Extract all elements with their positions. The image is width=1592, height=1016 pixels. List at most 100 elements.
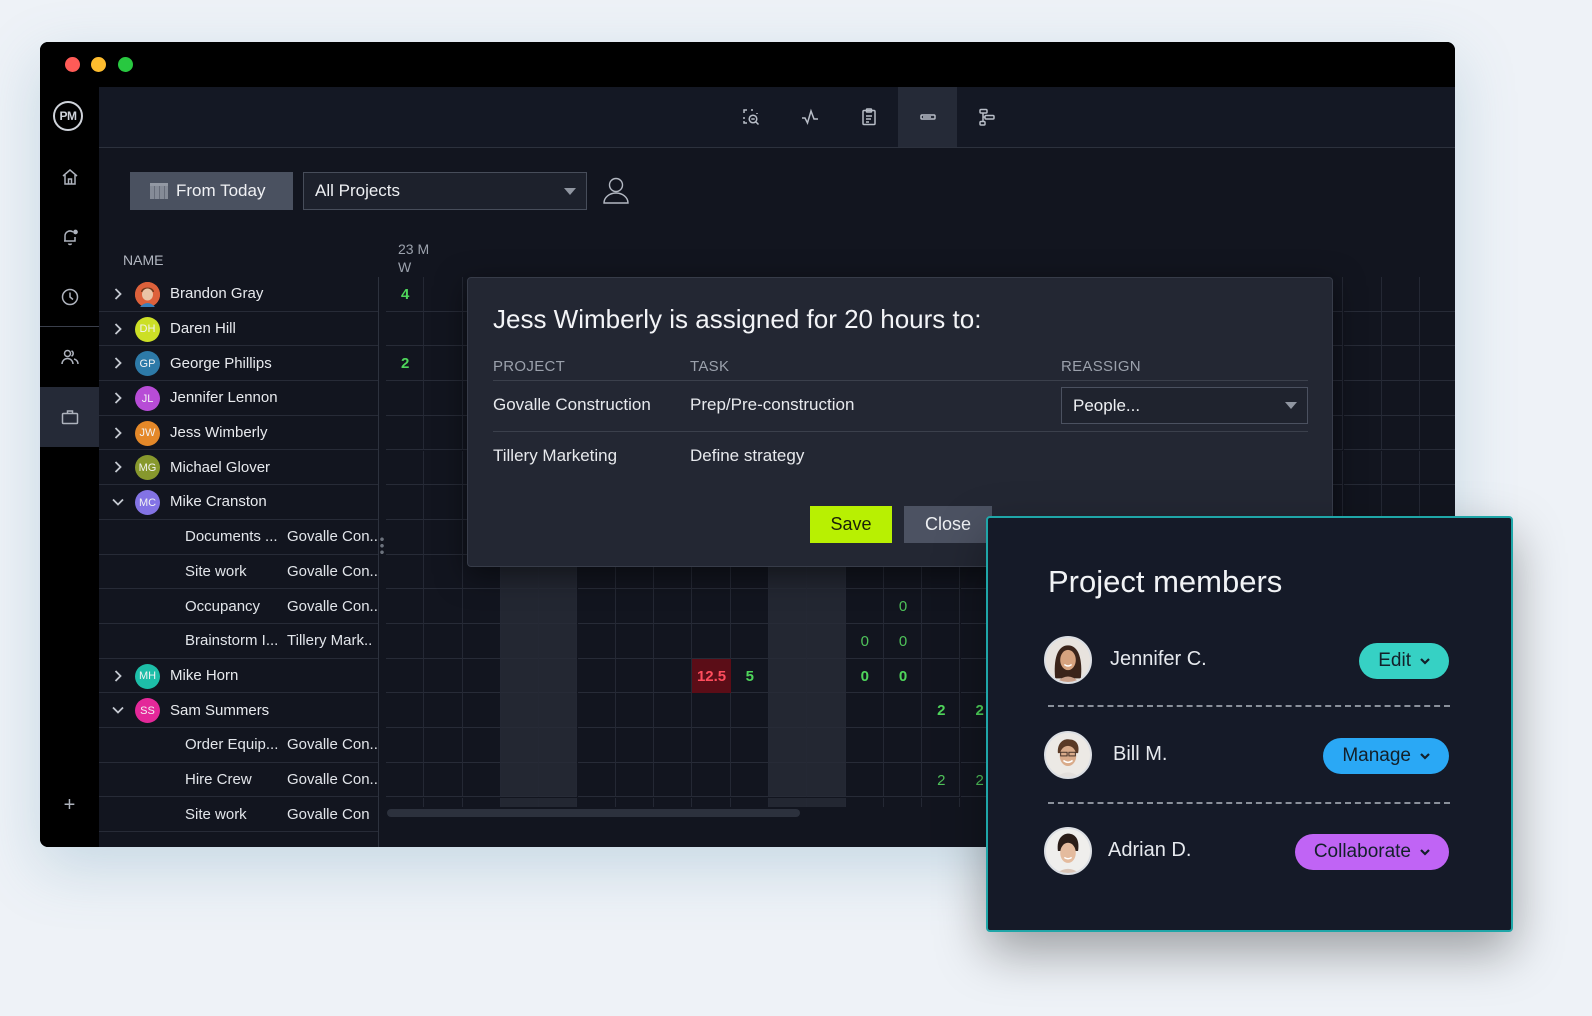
grid-cell[interactable]	[769, 693, 808, 729]
chevron-right-icon[interactable]	[111, 356, 125, 370]
grid-cell[interactable]	[769, 624, 808, 659]
close-button[interactable]: Close	[904, 506, 992, 543]
grid-cell[interactable]	[807, 762, 846, 798]
grid-cell[interactable]	[578, 797, 616, 807]
app-logo[interactable]: PM	[53, 101, 83, 131]
grid-cell[interactable]	[615, 693, 655, 729]
task-row[interactable]: Site work Govalle Con	[99, 797, 379, 832]
grid-cell[interactable]	[386, 589, 425, 624]
sidebar-item-people[interactable]	[40, 327, 99, 387]
dashboard-view-button[interactable]	[780, 87, 839, 147]
grid-cell[interactable]	[884, 797, 923, 807]
grid-cell[interactable]	[1420, 485, 1455, 520]
grid-cell[interactable]	[500, 728, 540, 763]
chevron-right-icon[interactable]	[111, 426, 125, 440]
from-today-button[interactable]: From Today	[130, 172, 293, 210]
grid-cell[interactable]	[1420, 312, 1455, 347]
allocated-hours[interactable]: 0	[884, 624, 922, 659]
projects-select[interactable]: All Projects	[303, 172, 587, 210]
minimize-window-button[interactable]	[91, 57, 106, 72]
save-button[interactable]: Save	[810, 506, 892, 543]
grid-cell[interactable]	[424, 519, 463, 555]
grid-cell[interactable]	[845, 589, 884, 624]
grid-cell[interactable]	[1343, 311, 1382, 347]
grid-cell[interactable]	[539, 693, 578, 729]
grid-cell[interactable]	[692, 589, 731, 624]
grid-cell[interactable]	[386, 554, 425, 590]
grid-cell[interactable]	[615, 658, 655, 694]
grid-cell[interactable]	[462, 762, 501, 798]
grid-cell[interactable]	[807, 797, 846, 807]
grid-cell[interactable]	[386, 658, 425, 694]
grid-cell[interactable]	[386, 797, 425, 807]
grid-cell[interactable]	[922, 589, 961, 624]
grid-cell[interactable]	[1381, 381, 1421, 416]
grid-cell[interactable]	[730, 589, 769, 624]
sidebar-item-notifications[interactable]	[40, 207, 99, 267]
add-button[interactable]: +	[40, 775, 99, 835]
allocated-hours[interactable]: 4	[386, 277, 424, 312]
grid-cell[interactable]	[807, 693, 846, 729]
grid-cell[interactable]	[424, 381, 463, 416]
grid-cell[interactable]	[500, 797, 540, 807]
person-row[interactable]: JL Jennifer Lennon	[99, 381, 379, 416]
grid-cell[interactable]	[654, 589, 693, 624]
task-row[interactable]: Brainstorm I... Tillery Mark..	[99, 624, 379, 659]
allocated-hours[interactable]: 5	[731, 659, 769, 694]
help-button[interactable]	[40, 835, 99, 847]
list-view-button[interactable]	[839, 87, 898, 147]
grid-cell[interactable]	[577, 762, 616, 798]
grid-cell[interactable]	[539, 762, 578, 798]
grid-cell[interactable]	[577, 624, 616, 659]
grid-cell[interactable]	[1381, 346, 1421, 382]
grid-cell[interactable]	[883, 762, 923, 798]
grid-cell[interactable]	[1420, 416, 1455, 451]
grid-cell[interactable]	[1381, 277, 1421, 312]
grid-cell[interactable]	[692, 624, 731, 659]
task-row[interactable]: Order Equip... Govalle Con..	[99, 728, 379, 763]
grid-cell[interactable]	[539, 589, 578, 624]
grid-cell[interactable]	[424, 658, 463, 694]
grid-cell[interactable]	[386, 311, 425, 347]
gantt-view-button[interactable]	[957, 87, 1016, 147]
grid-cell[interactable]	[616, 797, 655, 807]
allocated-hours[interactable]: 0	[884, 589, 922, 624]
grid-cell[interactable]	[462, 658, 501, 694]
chevron-down-icon[interactable]	[111, 703, 125, 717]
grid-cell[interactable]	[1381, 415, 1421, 451]
grid-cell[interactable]	[615, 762, 655, 798]
grid-cell[interactable]	[539, 728, 578, 763]
grid-cell[interactable]	[386, 693, 425, 729]
person-row[interactable]: JW Jess Wimberly	[99, 416, 379, 451]
grid-cell[interactable]	[577, 728, 616, 763]
grid-cell[interactable]	[1343, 277, 1382, 312]
grid-cell[interactable]	[500, 624, 540, 659]
grid-cell[interactable]	[462, 693, 501, 729]
grid-cell[interactable]	[424, 624, 463, 659]
maximize-window-button[interactable]	[118, 57, 133, 72]
grid-cell[interactable]	[1343, 485, 1382, 520]
workload-view-button[interactable]	[898, 87, 957, 147]
grid-cell[interactable]	[730, 624, 769, 659]
grid-cell[interactable]	[462, 589, 501, 624]
grid-cell[interactable]	[386, 381, 425, 416]
grid-cell[interactable]	[539, 797, 578, 807]
grid-cell[interactable]	[424, 762, 463, 798]
role-dropdown-manage[interactable]: Manage	[1323, 738, 1449, 774]
grid-cell[interactable]	[424, 693, 463, 729]
grid-cell[interactable]	[577, 658, 616, 694]
grid-cell[interactable]	[463, 797, 501, 807]
grid-cell[interactable]	[654, 728, 693, 763]
grid-cell[interactable]	[424, 485, 463, 520]
grid-cell[interactable]	[500, 693, 540, 729]
grid-cell[interactable]	[424, 797, 463, 807]
grid-cell[interactable]	[922, 797, 961, 807]
chevron-right-icon[interactable]	[111, 460, 125, 474]
grid-cell[interactable]	[615, 624, 655, 659]
resize-handle[interactable]	[380, 536, 384, 556]
grid-cell[interactable]	[846, 797, 884, 807]
chevron-down-icon[interactable]	[111, 495, 125, 509]
task-row[interactable]: Hire Crew Govalle Con..	[99, 763, 379, 798]
over-allocated-hours[interactable]: 12.5	[692, 658, 731, 694]
grid-cell[interactable]	[1343, 381, 1382, 416]
